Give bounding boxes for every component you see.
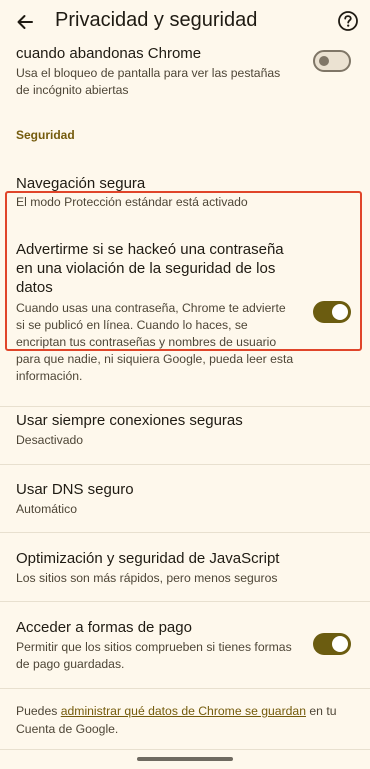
setting-secure-dns[interactable]: Usar DNS seguro Automático xyxy=(0,480,370,522)
divider xyxy=(0,464,370,465)
help-circle-icon xyxy=(338,11,358,31)
help-button[interactable] xyxy=(337,10,359,32)
divider xyxy=(0,749,370,750)
setting-title: Usar DNS seguro xyxy=(16,481,134,498)
arrow-left-icon xyxy=(17,15,33,29)
toggle-knob xyxy=(319,56,329,66)
setting-title: Acceder a formas de pago xyxy=(16,619,192,636)
divider xyxy=(0,406,370,407)
setting-lock-incognito[interactable]: cuando abandonas Chrome Usa el bloqueo d… xyxy=(0,44,370,99)
setting-https-only[interactable]: Usar siempre conexiones seguras Desactiv… xyxy=(0,411,370,453)
section-header-security: Seguridad xyxy=(16,128,75,142)
settings-list: cuando abandonas Chrome Usa el bloqueo d… xyxy=(0,44,370,769)
setting-subtitle: Los sitios son más rápidos, pero menos s… xyxy=(16,571,278,585)
divider xyxy=(0,601,370,602)
setting-title: Usar siempre conexiones seguras xyxy=(16,412,243,429)
app-bar: Privacidad y seguridad xyxy=(0,0,370,44)
setting-subtitle: Automático xyxy=(16,502,77,516)
setting-javascript[interactable]: Optimización y seguridad de JavaScript L… xyxy=(0,549,370,591)
divider xyxy=(0,532,370,533)
footer-note: Puedes administrar qué datos de Chrome s… xyxy=(16,702,361,738)
footer-prefix: Puedes xyxy=(16,704,61,718)
payment-methods-toggle[interactable] xyxy=(313,633,351,655)
lock-incognito-toggle[interactable] xyxy=(313,50,351,72)
setting-title: Optimización y seguridad de JavaScript xyxy=(16,550,280,567)
divider xyxy=(0,688,370,689)
highlight-box xyxy=(5,191,362,351)
setting-title: cuando abandonas Chrome xyxy=(16,45,202,62)
back-button[interactable] xyxy=(10,8,40,36)
page-title: Privacidad y seguridad xyxy=(55,9,258,31)
gesture-nav-bar[interactable] xyxy=(137,757,233,761)
manage-data-link[interactable]: administrar qué datos de Chrome se guard… xyxy=(61,704,306,718)
toggle-knob xyxy=(332,636,348,652)
setting-subtitle: Desactivado xyxy=(16,433,84,447)
setting-payment-methods[interactable]: Acceder a formas de pago Permitir que lo… xyxy=(0,618,370,678)
setting-subtitle: Permitir que los sitios comprueben si ti… xyxy=(16,640,292,671)
setting-subtitle: Usa el bloqueo de pantalla para ver las … xyxy=(16,66,281,97)
